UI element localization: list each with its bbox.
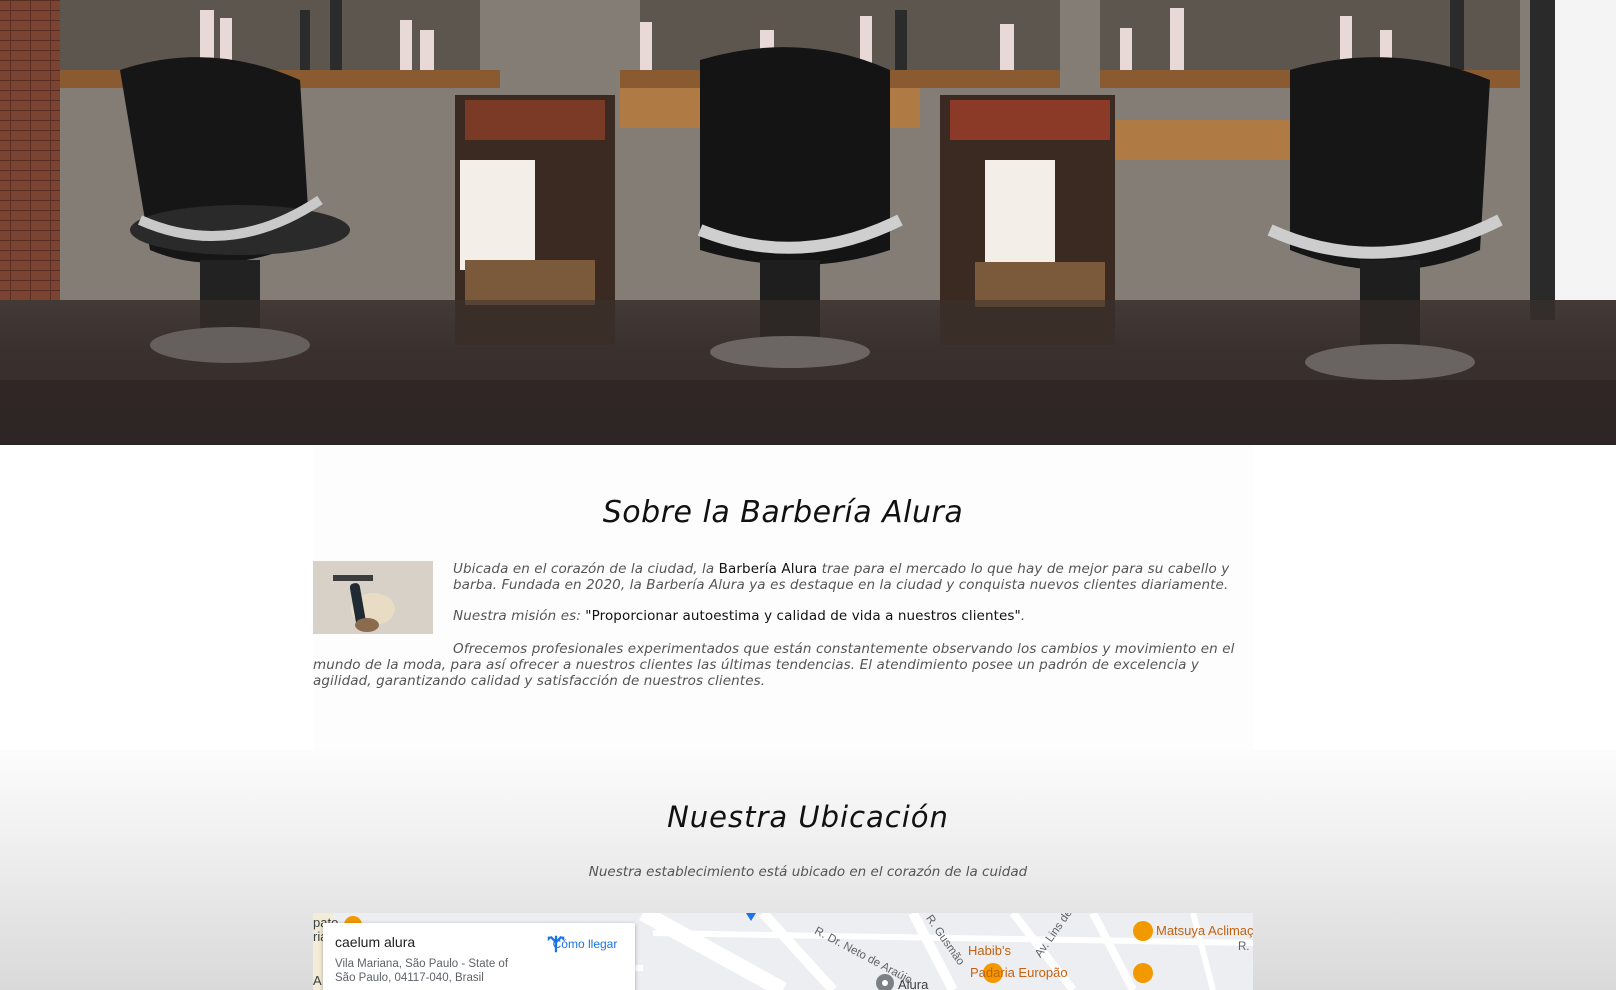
map-place-address: Vila Mariana, São Paulo - State of São P… [335, 958, 509, 984]
map-poi-habibs[interactable]: Habib's [968, 943, 1011, 958]
barbershop-interior-photo [0, 0, 1616, 445]
location-section: Nuestra Ubicación Nuestra establecimient… [0, 750, 1616, 990]
map-poi-matsuya[interactable]: Matsuya Aclimação [1156, 923, 1253, 938]
map-road-label-4: R. [1238, 941, 1250, 953]
razor-and-brush-photo [313, 561, 433, 634]
about-title: Sobre la Barbería Alura [602, 495, 964, 530]
directions-icon [547, 935, 565, 953]
location-subtitle: Nuestra establecimiento está ubicado en … [588, 864, 1028, 880]
map-poi-alura[interactable]: Alura [898, 977, 928, 990]
map-place-name[interactable]: caelum alura [335, 934, 415, 950]
hero-image [0, 0, 1616, 445]
map-label-edge-3: A [313, 973, 322, 988]
mission-quote: "Proporcionar autoestima y calidad de vi… [585, 608, 1021, 624]
about-paragraph-1: Ubicada en el corazón de la ciudad, la B… [453, 561, 1230, 593]
about-section: Sobre la Barbería Alura Ubicada en el co… [313, 445, 1253, 750]
map-place-card: caelum alura Vila Mariana, São Paulo - S… [323, 923, 635, 990]
location-title: Nuestra Ubicación [667, 800, 949, 834]
map-poi-padaria-europao[interactable]: Padaria Europão [970, 965, 1068, 980]
about-paragraph-3: Ofrecemos profesionales experimentados q… [313, 641, 1235, 689]
brand-name: Barbería Alura [718, 561, 818, 577]
about-paragraph-mission: Nuestra misión es: "Proporcionar autoest… [453, 608, 1026, 624]
directions-button[interactable]: Cómo llegar [545, 933, 625, 953]
embedded-map[interactable]: pato ria A R. Dr. Neto de Araújo R. Gusm… [313, 913, 1253, 990]
